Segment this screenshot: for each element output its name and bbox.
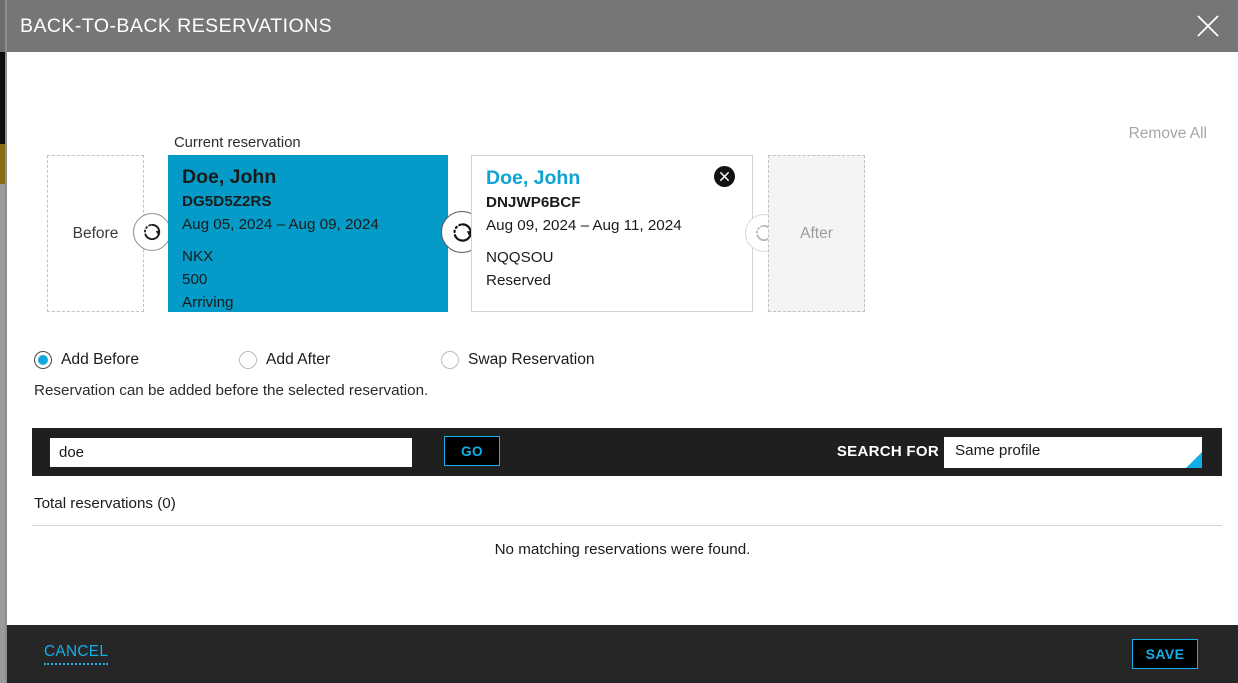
reservation-dates: Aug 09, 2024 – Aug 11, 2024 — [486, 217, 682, 234]
radio-swap-reservation[interactable]: Swap Reservation — [441, 351, 595, 369]
dialog-footer: CANCEL SAVE — [7, 625, 1238, 683]
remove-circle-icon[interactable] — [714, 166, 735, 187]
reservation-card-current[interactable]: Doe, John DG5D5Z2RS Aug 05, 2024 – Aug 0… — [168, 155, 448, 312]
swap-reservation-icon-before[interactable] — [133, 213, 171, 251]
reservation-card-spacer — [182, 236, 434, 245]
search-for-select[interactable]: Same profile — [944, 437, 1202, 468]
radio-label-add-before: Add Before — [61, 351, 140, 368]
back-to-back-reservations-dialog: BACK-TO-BACK RESERVATIONS Remove All Cur… — [7, 0, 1238, 683]
save-button[interactable]: SAVE — [1132, 639, 1198, 669]
radio-add-after[interactable]: Add After — [239, 351, 330, 369]
search-for-label: SEARCH FOR — [836, 443, 939, 460]
reservation-guest-name: Doe, John — [486, 167, 581, 189]
reservation-status: Reserved — [486, 272, 551, 289]
empty-results-message: No matching reservations were found. — [494, 541, 751, 558]
background-app-edge-strip — [0, 0, 7, 683]
reservation-room-type: NKX — [182, 248, 214, 265]
radio-label-swap-reservation: Swap Reservation — [468, 351, 595, 368]
radio-indicator-swap-reservation — [441, 351, 459, 369]
radio-indicator-add-before — [34, 351, 52, 369]
reservation-room-number: 500 — [182, 271, 208, 288]
reservation-card-spacer — [486, 237, 738, 246]
mode-radio-group: Add Before Add After Swap Reservation — [34, 351, 1214, 375]
before-placeholder-label: Before — [72, 224, 119, 242]
radio-indicator-add-after — [239, 351, 257, 369]
reservation-chain-strip: Before Doe, John DG5D5Z2RS Aug 05, 2024 … — [7, 52, 1238, 332]
reservation-status: Arriving — [182, 294, 234, 311]
dialog-body: Remove All Current reservation Before Do… — [7, 52, 1238, 625]
dialog-title: BACK-TO-BACK RESERVATIONS — [20, 14, 333, 37]
reservation-card-next[interactable]: Doe, John DNJWP6BCF Aug 09, 2024 – Aug 1… — [471, 155, 753, 312]
after-placeholder-slot[interactable]: After — [768, 155, 865, 312]
mode-hint-text: Reservation can be added before the sele… — [34, 382, 429, 399]
results-divider — [32, 525, 1222, 526]
search-input[interactable] — [50, 438, 412, 467]
total-reservations-label: Total reservations (0) — [34, 495, 176, 512]
cancel-button[interactable]: CANCEL — [44, 643, 109, 665]
radio-add-before[interactable]: Add Before — [34, 351, 139, 369]
after-placeholder-label: After — [800, 224, 833, 242]
reservation-guest-name: Doe, John — [182, 166, 277, 188]
dialog-titlebar: BACK-TO-BACK RESERVATIONS — [7, 0, 1238, 52]
close-icon[interactable] — [1191, 9, 1225, 43]
reservation-room-type: NQQSOU — [486, 249, 554, 266]
reservation-dates: Aug 05, 2024 – Aug 09, 2024 — [182, 216, 379, 233]
reservation-confirmation: DNJWP6BCF — [486, 194, 581, 211]
dropdown-corner-indicator-icon — [1186, 452, 1202, 468]
search-for-selected-value: Same profile — [955, 442, 1041, 459]
reservation-confirmation: DG5D5Z2RS — [182, 193, 272, 210]
search-bar: GO SEARCH FOR Same profile — [32, 428, 1222, 476]
edge-strip-divider-line — [5, 0, 7, 683]
radio-label-add-after: Add After — [266, 351, 331, 368]
before-placeholder-slot[interactable]: Before — [47, 155, 144, 312]
go-button[interactable]: GO — [444, 436, 500, 466]
